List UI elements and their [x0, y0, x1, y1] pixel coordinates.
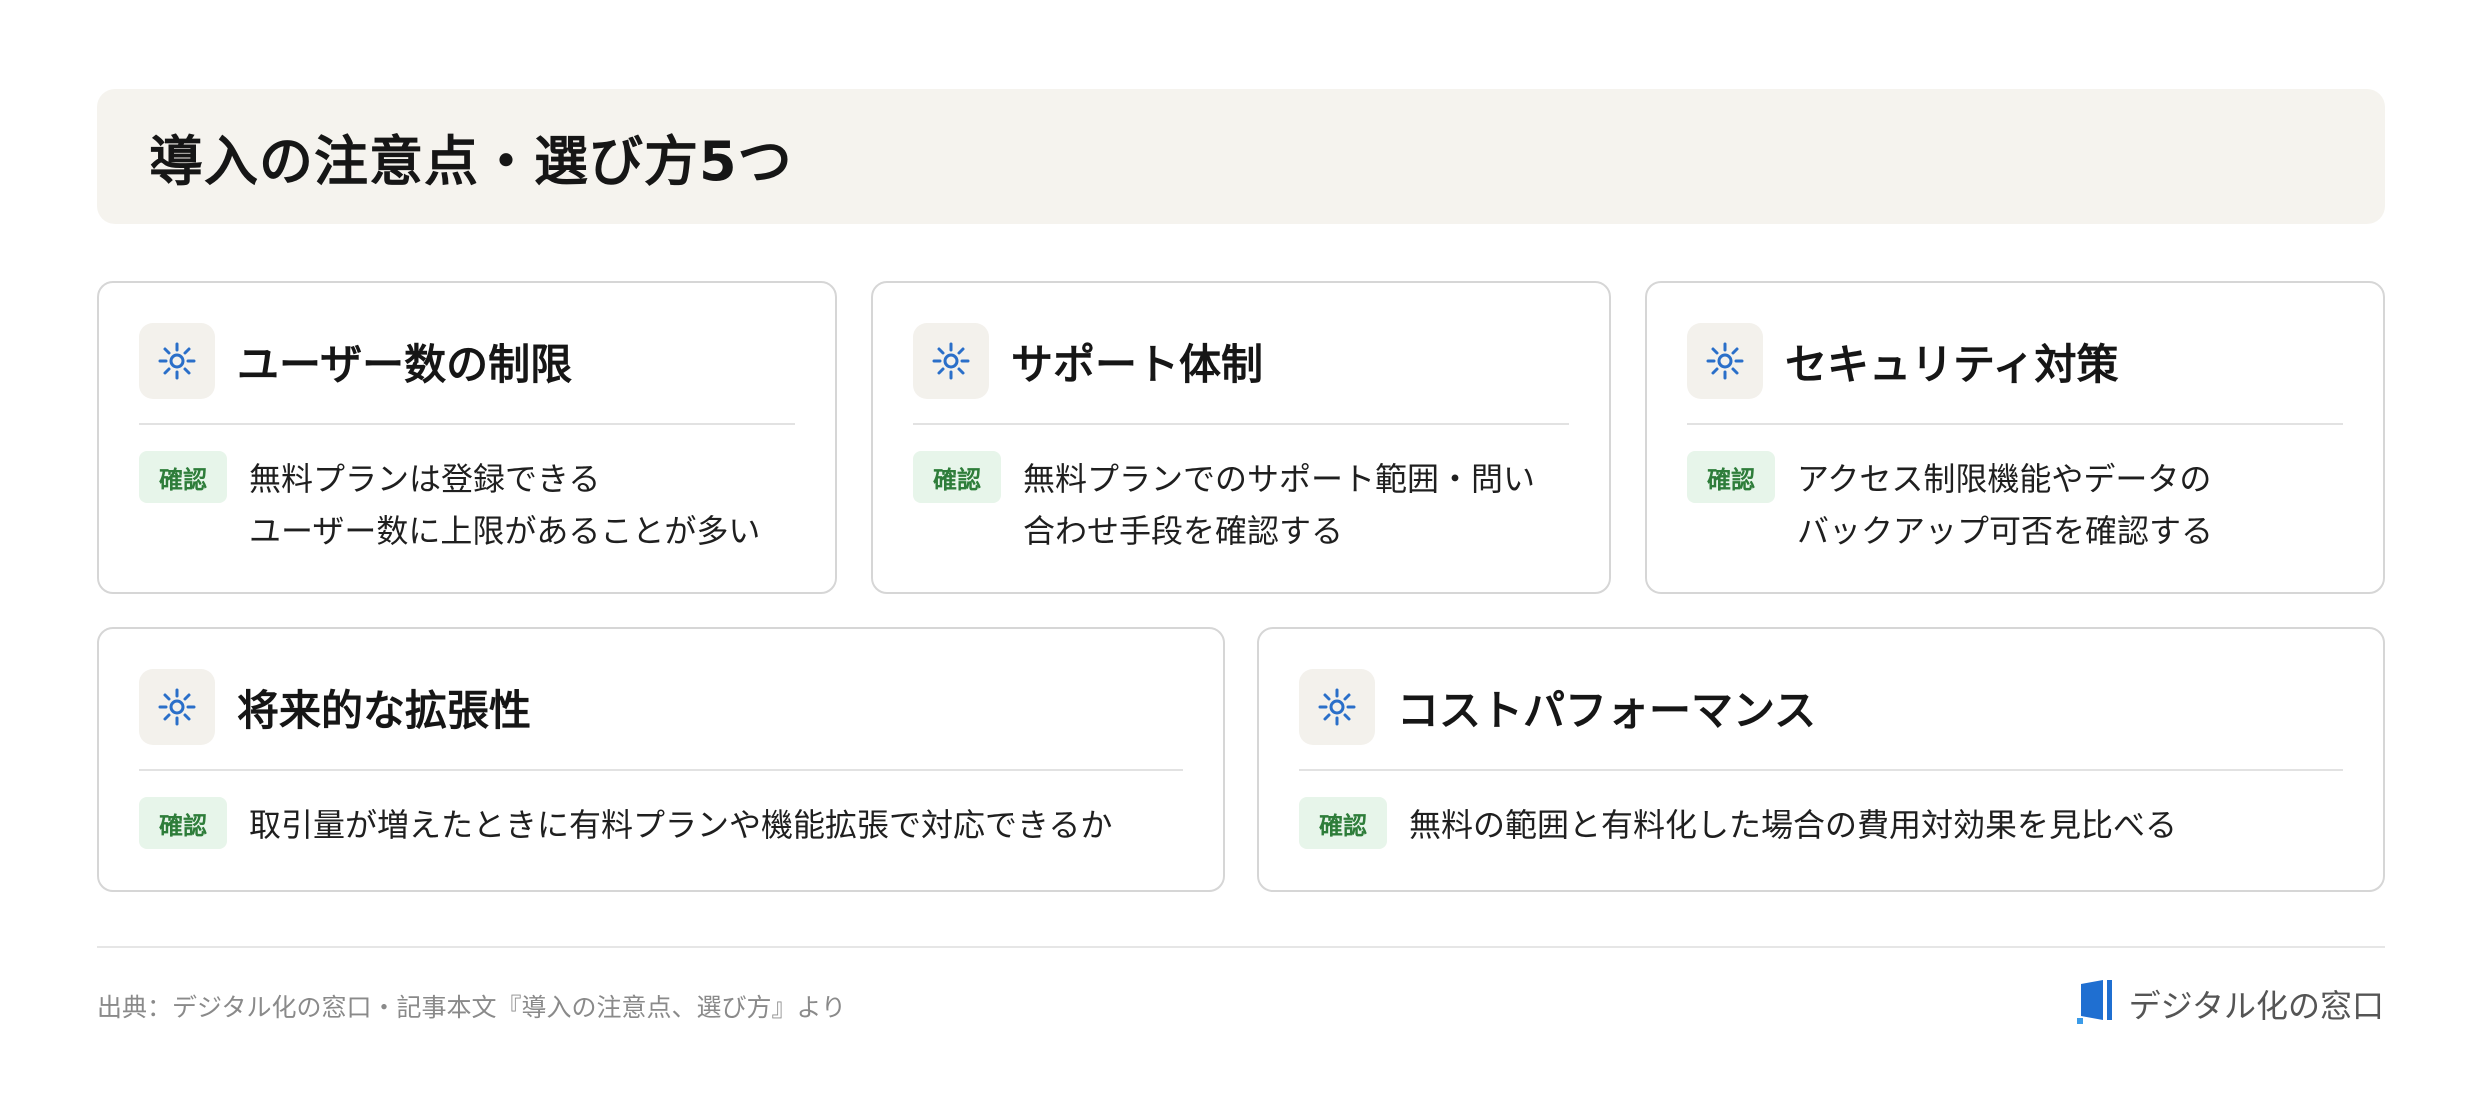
card-scalability: 将来的な拡張性 確認 取引量が増えたときに有料プランや機能拡張で対応できるか [97, 627, 1225, 892]
confirm-badge: 確認 [139, 451, 227, 503]
card-support: サポート体制 確認 無料プランでのサポート範囲・問い 合わせ手段を確認する [871, 281, 1611, 594]
page-title: 導入の注意点・選び方5つ [149, 130, 793, 193]
card-text: 無料プランでのサポート範囲・問い 合わせ手段を確認する [1023, 453, 1535, 557]
brand-name: デジタル化の窓口 [2128, 987, 2384, 1025]
card-text: アクセス制限機能やデータの バックアップ可否を確認する [1797, 453, 2213, 557]
window-logo-icon [2075, 978, 2119, 1030]
card-text-line: バックアップ可否を確認する [1797, 512, 2214, 550]
card-text-line: 取引量が増えたときに有料プランや機能拡張で対応できるか [249, 806, 1113, 844]
divider [139, 423, 795, 425]
divider [1687, 423, 2343, 425]
divider [139, 769, 1183, 771]
card-text: 取引量が増えたときに有料プランや機能拡張で対応できるか [249, 799, 1112, 851]
card-user-limit: ユーザー数の制限 確認 無料プランは登録できる ユーザー数に上限があることが多い [97, 281, 837, 594]
card-title: コストパフォーマンス [1397, 685, 1817, 735]
sun-icon [1687, 323, 1763, 399]
confirm-badge: 確認 [1299, 797, 1387, 849]
divider [1299, 769, 2343, 771]
brand-logo: デジタル化の窓口 [2075, 978, 2384, 1030]
confirm-badge: 確認 [913, 451, 1001, 503]
sun-icon [139, 669, 215, 745]
card-cost-performance: コストパフォーマンス 確認 無料の範囲と有料化した場合の費用対効果を見比べる [1257, 627, 2385, 892]
card-title: 将来的な拡張性 [237, 685, 532, 735]
divider [913, 423, 1569, 425]
sun-icon [139, 323, 215, 399]
card-title: ユーザー数の制限 [237, 339, 573, 389]
sun-icon [1299, 669, 1375, 745]
card-text-line: ユーザー数に上限があることが多い [249, 512, 761, 550]
card-text-line: 無料プランでのサポート範囲・問い [1023, 460, 1536, 498]
confirm-badge: 確認 [139, 797, 227, 849]
sun-icon [913, 323, 989, 399]
card-text: 無料の範囲と有料化した場合の費用対効果を見比べる [1409, 799, 2177, 851]
card-title: セキュリティ対策 [1785, 339, 2119, 389]
page-header: 導入の注意点・選び方5つ [97, 89, 2385, 224]
confirm-badge: 確認 [1687, 451, 1775, 503]
footer-divider [97, 946, 2385, 948]
card-text-line: 無料プランは登録できる [249, 460, 601, 498]
card-text-line: 合わせ手段を確認する [1023, 512, 1344, 550]
card-security: セキュリティ対策 確認 アクセス制限機能やデータの バックアップ可否を確認する [1645, 281, 2385, 594]
card-text-line: 無料の範囲と有料化した場合の費用対効果を見比べる [1409, 806, 2178, 844]
card-text: 無料プランは登録できる ユーザー数に上限があることが多い [249, 453, 760, 557]
card-text-line: アクセス制限機能やデータの [1797, 460, 2212, 498]
card-title: サポート体制 [1011, 339, 1264, 389]
source-caption: 出典：デジタル化の窓口・記事本文『導入の注意点、選び方』より [97, 993, 847, 1022]
